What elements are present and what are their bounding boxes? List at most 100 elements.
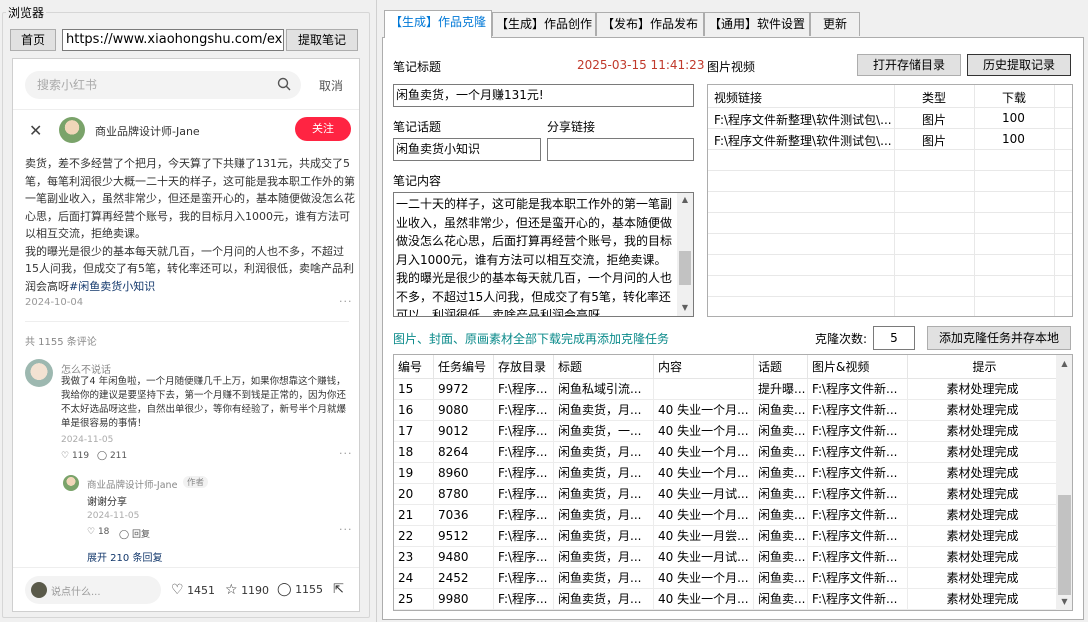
scroll-up-icon[interactable]: ▲ — [677, 195, 693, 204]
reply-reply-button[interactable]: ◯ 回复 — [119, 527, 150, 540]
task-col-dir-cell[interactable]: F:\程序... — [494, 589, 554, 610]
task-col-status-cell[interactable]: 素材处理完成 — [908, 463, 1058, 484]
task-col-title-cell[interactable]: 闲鱼私域引流... — [554, 379, 654, 400]
add-clone-task-button[interactable]: 添加克隆任务并存本地 — [927, 326, 1071, 350]
task-col-content-cell[interactable]: 40 失业一个月... — [654, 568, 754, 589]
xhs-cancel-button[interactable]: 取消 — [319, 77, 343, 94]
task-col-status-cell[interactable]: 素材处理完成 — [908, 505, 1058, 526]
task-col-task-id-cell[interactable]: 9972 — [434, 379, 494, 400]
task-col-task-id-header[interactable]: 任务编号 — [434, 355, 494, 379]
note-title-input[interactable]: 闲鱼卖货，一个月赚131元! — [393, 84, 694, 107]
task-col-task-id-cell[interactable]: 8960 — [434, 463, 494, 484]
scroll-thumb[interactable] — [679, 251, 691, 285]
task-col-dir-header[interactable]: 存放目录 — [494, 355, 554, 379]
comment-button[interactable]: ◯ 1155 — [277, 582, 323, 597]
task-col-index-header[interactable]: 编号 — [394, 355, 434, 379]
task-col-topic-cell[interactable]: 提升曝... — [754, 379, 808, 400]
task-col-dir-cell[interactable]: F:\程序... — [494, 463, 554, 484]
task-col-index-cell[interactable]: 16 — [394, 400, 434, 421]
task-col-content-cell[interactable] — [654, 379, 754, 400]
task-col-media-cell[interactable]: F:\程序文件新... — [808, 379, 908, 400]
task-col-content-cell[interactable]: 40 失业一个月... — [654, 589, 754, 610]
task-col-dir-cell[interactable]: F:\程序... — [494, 547, 554, 568]
media-row-type[interactable]: 图片 — [922, 132, 946, 149]
media-row-download[interactable]: 100 — [1002, 111, 1025, 125]
task-col-task-id-cell[interactable]: 9480 — [434, 547, 494, 568]
task-col-index-cell[interactable]: 18 — [394, 442, 434, 463]
task-col-index-cell[interactable]: 24 — [394, 568, 434, 589]
task-col-title-cell[interactable]: 闲鱼卖货，月... — [554, 484, 654, 505]
follow-button[interactable]: 关注 — [295, 117, 351, 141]
task-col-status-header[interactable]: 提示 — [908, 355, 1058, 379]
media-row-url[interactable]: F:\程序文件新整理\软件测试包\... — [714, 111, 898, 128]
task-col-media-cell[interactable]: F:\程序文件新... — [808, 400, 908, 421]
task-col-task-id-cell[interactable]: 2452 — [434, 568, 494, 589]
task-col-status-cell[interactable]: 素材处理完成 — [908, 589, 1058, 610]
share-icon[interactable]: ⇱ — [333, 582, 344, 597]
task-col-status-cell[interactable]: 素材处理完成 — [908, 526, 1058, 547]
close-icon[interactable]: ✕ — [29, 121, 42, 140]
task-col-media-cell[interactable]: F:\程序文件新... — [808, 442, 908, 463]
task-col-content-cell[interactable]: 40 失业一个月... — [654, 505, 754, 526]
reply-like-button[interactable]: ♡ 18 — [87, 527, 109, 537]
task-col-topic-cell[interactable]: 闲鱼卖... — [754, 547, 808, 568]
task-col-topic-cell[interactable]: 闲鱼卖... — [754, 484, 808, 505]
open-storage-dir-button[interactable]: 打开存储目录 — [857, 54, 961, 76]
comment-like-button[interactable]: ♡ 119 — [61, 451, 89, 461]
task-col-dir-cell[interactable]: F:\程序... — [494, 526, 554, 547]
task-col-dir-cell[interactable]: F:\程序... — [494, 442, 554, 463]
task-col-dir-cell[interactable]: F:\程序... — [494, 421, 554, 442]
url-input[interactable]: https://www.xiaohongshu.com/explore — [62, 29, 284, 51]
reply-avatar[interactable] — [63, 475, 79, 491]
task-col-topic-cell[interactable]: 闲鱼卖... — [754, 421, 808, 442]
task-col-title-cell[interactable]: 闲鱼卖货，月... — [554, 400, 654, 421]
task-col-title-cell[interactable]: 闲鱼卖货，一... — [554, 421, 654, 442]
task-col-task-id-cell[interactable]: 8264 — [434, 442, 494, 463]
tab-settings[interactable]: 【通用】软件设置 — [704, 12, 810, 36]
task-col-task-id-cell[interactable]: 7036 — [434, 505, 494, 526]
task-col-status-cell[interactable]: 素材处理完成 — [908, 400, 1058, 421]
tab-update[interactable]: 更新 — [810, 12, 860, 36]
task-col-topic-cell[interactable]: 闲鱼卖... — [754, 442, 808, 463]
task-col-content-cell[interactable]: 40 失业一月尝... — [654, 526, 754, 547]
task-col-dir-cell[interactable]: F:\程序... — [494, 505, 554, 526]
task-col-task-id-cell[interactable]: 9980 — [434, 589, 494, 610]
note-topic-input[interactable]: 闲鱼卖货小知识 — [393, 138, 541, 161]
splitter[interactable] — [376, 0, 377, 622]
scroll-down-icon[interactable]: ▼ — [677, 303, 693, 312]
task-col-topic-cell[interactable]: 闲鱼卖... — [754, 526, 808, 547]
task-col-media-cell[interactable]: F:\程序文件新... — [808, 526, 908, 547]
task-col-index-cell[interactable]: 15 — [394, 379, 434, 400]
task-col-status-cell[interactable]: 素材处理完成 — [908, 442, 1058, 463]
task-col-dir-cell[interactable]: F:\程序... — [494, 484, 554, 505]
expand-replies-link[interactable]: 展开 210 条回复 — [87, 549, 162, 564]
task-col-status-cell[interactable]: 素材处理完成 — [908, 379, 1058, 400]
task-col-content-cell[interactable]: 40 失业一月试... — [654, 484, 754, 505]
author-name[interactable]: 商业品牌设计师-Jane — [95, 123, 200, 139]
task-col-topic-cell[interactable]: 闲鱼卖... — [754, 400, 808, 421]
scroll-thumb[interactable] — [1058, 495, 1071, 595]
home-button[interactable]: 首页 — [10, 29, 56, 51]
task-col-index-cell[interactable]: 25 — [394, 589, 434, 610]
xhs-search-input[interactable]: 搜索小红书 — [25, 71, 301, 99]
media-row-download[interactable]: 100 — [1002, 132, 1025, 146]
task-col-index-cell[interactable]: 23 — [394, 547, 434, 568]
task-col-task-id-cell[interactable]: 9512 — [434, 526, 494, 547]
task-col-task-id-cell[interactable]: 9080 — [434, 400, 494, 421]
task-col-status-cell[interactable]: 素材处理完成 — [908, 568, 1058, 589]
history-records-button[interactable]: 历史提取记录 — [967, 54, 1071, 76]
more-icon[interactable]: ··· — [339, 295, 353, 308]
task-col-title-cell[interactable]: 闲鱼卖货，月... — [554, 505, 654, 526]
task-col-media-cell[interactable]: F:\程序文件新... — [808, 589, 908, 610]
task-col-title-cell[interactable]: 闲鱼卖货，月... — [554, 442, 654, 463]
task-col-dir-cell[interactable]: F:\程序... — [494, 568, 554, 589]
task-col-status-cell[interactable]: 素材处理完成 — [908, 421, 1058, 442]
collect-button[interactable]: ☆ 1190 — [225, 582, 269, 598]
commenter-name[interactable]: 怎么不说话 — [61, 361, 111, 376]
more-icon[interactable]: ··· — [339, 447, 353, 460]
task-col-index-cell[interactable]: 21 — [394, 505, 434, 526]
task-col-content-cell[interactable]: 40 失业一个月... — [654, 442, 754, 463]
task-col-title-cell[interactable]: 闲鱼卖货，月... — [554, 568, 654, 589]
task-col-index-cell[interactable]: 19 — [394, 463, 434, 484]
share-link-input[interactable] — [547, 138, 694, 161]
